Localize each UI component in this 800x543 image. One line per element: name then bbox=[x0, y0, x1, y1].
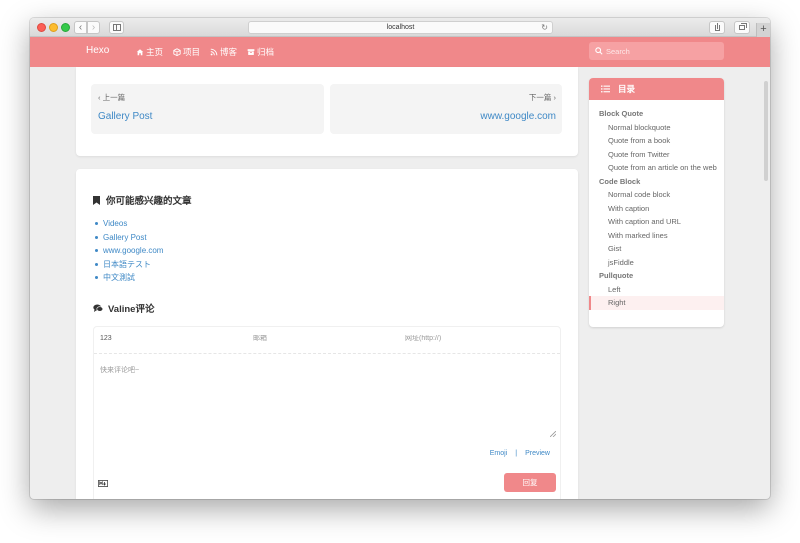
menu-item-home[interactable]: 主页 bbox=[136, 46, 163, 58]
preview-button[interactable]: Preview bbox=[525, 450, 550, 457]
prev-post-link[interactable]: ‹ 上一篇 Gallery Post bbox=[91, 84, 324, 134]
url-text: localhost bbox=[386, 24, 415, 31]
search-box[interactable] bbox=[589, 42, 724, 60]
menu-item-label: 主页 bbox=[146, 47, 164, 57]
comment-form: Emoji | Preview 回复 bbox=[93, 326, 561, 499]
menu-item-label: 项目 bbox=[183, 47, 201, 57]
close-window-button[interactable] bbox=[37, 23, 46, 32]
nickname-field[interactable] bbox=[100, 335, 240, 342]
related-post-link[interactable]: 中文測試 bbox=[94, 271, 163, 285]
menu-item-archive[interactable]: 归档 bbox=[247, 46, 274, 58]
rss-icon bbox=[210, 48, 218, 56]
related-post-link[interactable]: Videos bbox=[94, 217, 163, 231]
website-field[interactable] bbox=[405, 335, 545, 342]
toc-item-right[interactable]: Right bbox=[589, 296, 724, 310]
toc-item-quote-from-article[interactable]: Quote from an article on the web bbox=[589, 161, 724, 175]
toc-item-code-block[interactable]: Code Block bbox=[589, 175, 724, 189]
related-post-link[interactable]: 日本語テスト bbox=[94, 258, 163, 272]
menu-item-label: 归档 bbox=[257, 47, 275, 57]
toc-list: Block Quote Normal blockquote Quote from… bbox=[589, 107, 724, 310]
forward-button[interactable]: › bbox=[87, 21, 100, 34]
comment-tools: Emoji | Preview bbox=[490, 450, 550, 457]
reload-icon[interactable]: ↻ bbox=[541, 22, 548, 33]
menu-item-blog[interactable]: 博客 bbox=[210, 46, 237, 58]
post-navigation-card: ‹ 上一篇 Gallery Post 下一篇 › www.google.com bbox=[76, 67, 578, 156]
toc-item-gist[interactable]: Gist bbox=[589, 242, 724, 256]
chevron-left-icon: ‹ bbox=[78, 22, 83, 33]
comment-textarea[interactable] bbox=[100, 365, 554, 430]
new-tab-button[interactable]: + bbox=[756, 23, 770, 37]
list-icon bbox=[601, 85, 610, 93]
next-post-label: 下一篇 › bbox=[528, 93, 556, 102]
address-bar[interactable]: localhost ↻ bbox=[248, 21, 553, 34]
toc-item-normal-blockquote[interactable]: Normal blockquote bbox=[589, 121, 724, 135]
markdown-icon bbox=[98, 480, 108, 487]
separator: | bbox=[515, 450, 518, 457]
home-icon bbox=[136, 49, 144, 56]
toc-item-quote-from-book[interactable]: Quote from a book bbox=[589, 134, 724, 148]
toc-item-quote-from-twitter[interactable]: Quote from Twitter bbox=[589, 148, 724, 162]
minimize-window-button[interactable] bbox=[49, 23, 58, 32]
toc-item-with-caption-and-url[interactable]: With caption and URL bbox=[589, 215, 724, 229]
search-icon bbox=[595, 47, 603, 55]
toc-item-with-caption[interactable]: With caption bbox=[589, 202, 724, 216]
archive-icon bbox=[247, 49, 255, 55]
page-scrollbar[interactable] bbox=[764, 81, 768, 181]
emoji-button[interactable]: Emoji bbox=[490, 450, 508, 457]
comments-title: Valine评论 bbox=[108, 304, 155, 315]
toc-item-normal-code-block[interactable]: Normal code block bbox=[589, 188, 724, 202]
back-button[interactable]: ‹ bbox=[74, 21, 87, 34]
related-posts-heading: 你可能感兴趣的文章 bbox=[93, 193, 192, 207]
toc-title: 目录 bbox=[618, 84, 636, 94]
comment-meta-fields bbox=[94, 327, 560, 354]
toc-item-with-marked-lines[interactable]: With marked lines bbox=[589, 229, 724, 243]
related-posts-list: Videos Gallery Post www.google.com 日本語テス… bbox=[94, 217, 163, 285]
related-posts-title: 你可能感兴趣的文章 bbox=[106, 196, 192, 207]
main-menu: 主页 项目 博客 归档 bbox=[136, 46, 274, 58]
share-button[interactable] bbox=[709, 21, 725, 34]
toc-item-block-quote[interactable]: Block Quote bbox=[589, 107, 724, 121]
show-tabs-button[interactable] bbox=[734, 21, 750, 34]
box-icon bbox=[173, 48, 181, 56]
toc-item-pullquote[interactable]: Pullquote bbox=[589, 269, 724, 283]
sidebar-toggle-button[interactable] bbox=[109, 21, 124, 34]
zoom-window-button[interactable] bbox=[61, 23, 70, 32]
site-header: Hexo 主页 项目 博客 归档 bbox=[30, 37, 770, 67]
table-of-contents: 目录 Block Quote Normal blockquote Quote f… bbox=[589, 78, 724, 327]
toc-header: 目录 bbox=[589, 78, 724, 100]
related-post-link[interactable]: Gallery Post bbox=[94, 231, 163, 245]
browser-toolbar: ‹ › localhost ↻ + bbox=[30, 18, 770, 37]
next-post-title: www.google.com bbox=[480, 111, 556, 122]
browser-window: ‹ › localhost ↻ + Hexo 主页 项目 博客 归档 Searc… bbox=[30, 18, 770, 499]
comments-heading: Valine评论 bbox=[93, 301, 154, 315]
menu-item-projects[interactable]: 项目 bbox=[173, 46, 200, 58]
menu-item-label: 博客 bbox=[220, 47, 238, 57]
resize-handle-icon[interactable] bbox=[550, 431, 556, 437]
bookmark-icon bbox=[93, 195, 100, 205]
site-brand[interactable]: Hexo bbox=[86, 45, 109, 56]
post-footer-card: 你可能感兴趣的文章 Videos Gallery Post www.google… bbox=[76, 169, 578, 499]
email-field[interactable] bbox=[253, 335, 393, 342]
next-post-link[interactable]: 下一篇 › www.google.com bbox=[330, 84, 562, 134]
chevron-right-icon: › bbox=[91, 22, 96, 33]
prev-post-title: Gallery Post bbox=[98, 111, 153, 122]
comments-icon bbox=[93, 304, 103, 312]
reply-button[interactable]: 回复 bbox=[504, 473, 556, 492]
chevron-right-icon: › bbox=[551, 93, 556, 102]
search-input[interactable] bbox=[606, 45, 716, 57]
sidebar-icon bbox=[113, 24, 121, 31]
toc-item-jsfiddle[interactable]: jsFiddle bbox=[589, 256, 724, 270]
toc-item-left[interactable]: Left bbox=[589, 283, 724, 297]
related-post-link[interactable]: www.google.com bbox=[94, 244, 163, 258]
prev-post-label: ‹ 上一篇 bbox=[98, 93, 126, 102]
